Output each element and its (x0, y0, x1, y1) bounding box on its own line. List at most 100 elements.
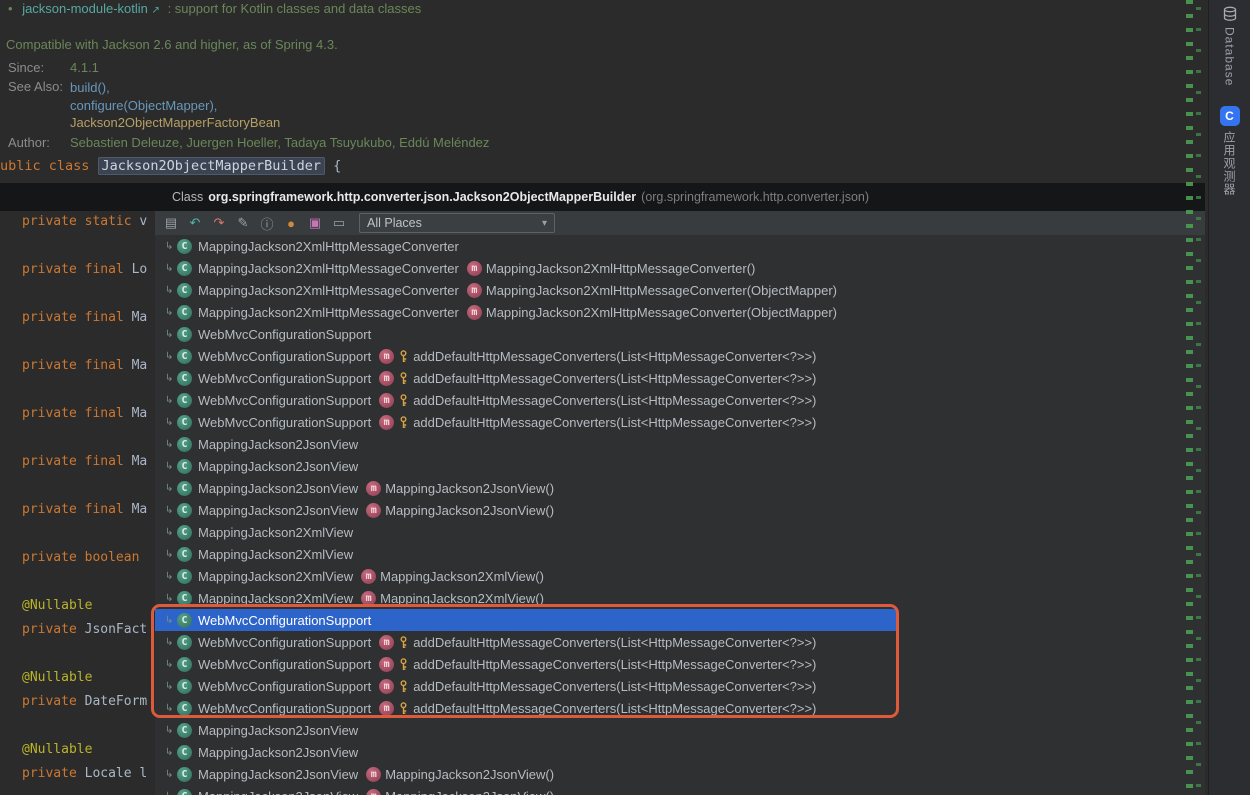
ide-window: • jackson-module-kotlin ↗ : support for … (0, 0, 1250, 795)
usage-arrow-icon: ↳ (165, 615, 177, 626)
method-signature: addDefaultHttpMessageConverters(List<Htt… (413, 371, 816, 386)
method-signature: MappingJackson2XmlHttpMessageConverter() (486, 261, 756, 276)
code-field-line: private Locale l (22, 766, 147, 781)
class-icon: C (177, 701, 192, 716)
usage-row[interactable]: ↳ C MappingJackson2XmlHttpMessageConvert… (155, 257, 1205, 279)
class-name-highlight: Jackson2ObjectMapperBuilder (98, 157, 325, 175)
doc-title-line: • jackson-module-kotlin ↗ : support for … (8, 1, 421, 16)
class-name: WebMvcConfigurationSupport (198, 393, 371, 408)
class-name: WebMvcConfigurationSupport (198, 657, 371, 672)
status-dot-icon[interactable]: ● (279, 213, 303, 233)
protected-key-icon (398, 636, 409, 649)
method-icon: m (379, 657, 394, 672)
usages-list: ↳ C MappingJackson2XmlHttpMessageConvert… (155, 235, 1205, 795)
class-icon: C (177, 481, 192, 496)
method-icon: m (361, 591, 376, 606)
class-icon: C (177, 767, 192, 782)
usage-row[interactable]: ↳ C MappingJackson2JsonView m MappingJac… (155, 499, 1205, 521)
usage-row[interactable]: ↳ C WebMvcConfigurationSupport m (155, 323, 1205, 345)
usage-arrow-icon: ↳ (165, 329, 177, 340)
protected-key-icon (398, 394, 409, 407)
class-name: MappingJackson2JsonView (198, 481, 358, 496)
info-icon[interactable]: ⓘ (255, 213, 279, 233)
usage-row[interactable]: ↳ C WebMvcConfigurationSupport m addDefa… (155, 345, 1205, 367)
usage-row[interactable]: ↳ C MappingJackson2JsonView m MappingJac… (155, 763, 1205, 785)
usage-row[interactable]: ↳ C MappingJackson2JsonView m (155, 433, 1205, 455)
usage-row[interactable]: ↳ C WebMvcConfigurationSupport m addDefa… (155, 411, 1205, 433)
usage-row[interactable]: ↳ C MappingJackson2XmlHttpMessageConvert… (155, 301, 1205, 323)
usage-row[interactable]: ↳ C MappingJackson2XmlHttpMessageConvert… (155, 279, 1205, 301)
usages-popup-toolbar: ▤↶↷✎ⓘ●▣▭ All Places ▾ (155, 211, 1205, 235)
method-signature: MappingJackson2JsonView() (385, 503, 554, 518)
observer-label: 应用观测器 (1221, 131, 1238, 196)
next-usage-icon[interactable]: ↷ (207, 213, 231, 233)
monitor-icon[interactable]: ▭ (327, 213, 351, 233)
usage-row[interactable]: ↳ C MappingJackson2XmlView m (155, 521, 1205, 543)
since-value: 4.1.1 (70, 60, 99, 75)
usage-arrow-icon: ↳ (165, 769, 177, 780)
class-name: MappingJackson2XmlHttpMessageConverter (198, 261, 459, 276)
usage-row[interactable]: ↳ C MappingJackson2JsonView m (155, 719, 1205, 741)
class-icon: C (177, 525, 192, 540)
class-icon: C (177, 437, 192, 452)
usage-row[interactable]: ↳ C MappingJackson2JsonView m MappingJac… (155, 477, 1205, 499)
method-signature: MappingJackson2XmlView() (380, 591, 544, 606)
code-field-line: @Nullable (22, 670, 92, 685)
class-icon: C (177, 569, 192, 584)
usage-row[interactable]: ↳ C MappingJackson2XmlView m MappingJack… (155, 565, 1205, 587)
class-icon: C (177, 745, 192, 760)
database-label: Database (1223, 27, 1237, 86)
group-by-type-icon[interactable]: ▤ (159, 213, 183, 233)
right-tool-stripe: Database C 应用观测器 (1208, 0, 1250, 795)
method-icon: m (467, 305, 482, 320)
protected-key-icon (398, 350, 409, 363)
usage-arrow-icon: ↳ (165, 395, 177, 406)
usage-row[interactable]: ↳ C WebMvcConfigurationSupport m addDefa… (155, 653, 1205, 675)
usage-row[interactable]: ↳ C WebMvcConfigurationSupport m addDefa… (155, 697, 1205, 719)
protected-key-icon (398, 416, 409, 429)
class-icon: C (177, 657, 192, 672)
code-field-line: private DateForm (22, 694, 147, 709)
usage-row[interactable]: ↳ C MappingJackson2XmlView m (155, 543, 1205, 565)
popup-toolbar-icons: ▤↶↷✎ⓘ●▣▭ (159, 213, 351, 233)
method-signature: MappingJackson2XmlHttpMessageConverter(O… (486, 305, 837, 320)
usage-arrow-icon: ↳ (165, 791, 177, 795)
class-icon: C (177, 327, 192, 342)
method-icon: m (379, 349, 394, 364)
class-icon: C (177, 547, 192, 562)
usage-row[interactable]: ↳ C MappingJackson2XmlHttpMessageConvert… (155, 235, 1205, 257)
class-name: WebMvcConfigurationSupport (198, 679, 371, 694)
usage-arrow-icon: ↳ (165, 417, 177, 428)
usage-row[interactable]: ↳ C MappingJackson2XmlView m MappingJack… (155, 587, 1205, 609)
database-tool-button[interactable]: Database (1222, 6, 1238, 86)
doc-compatibility: Compatible with Jackson 2.6 and higher, … (6, 37, 338, 52)
edit-scope-icon[interactable]: ✎ (231, 213, 255, 233)
usage-row[interactable]: ↳ C WebMvcConfigurationSupport m (155, 609, 1205, 631)
class-icon: C (177, 635, 192, 650)
prev-usage-icon[interactable]: ↶ (183, 213, 207, 233)
usage-row[interactable]: ↳ C MappingJackson2JsonView m (155, 455, 1205, 477)
class-icon: C (177, 261, 192, 276)
class-name: MappingJackson2XmlView (198, 547, 353, 562)
usage-row[interactable]: ↳ C MappingJackson2JsonView m (155, 741, 1205, 763)
class-icon: C (177, 459, 192, 474)
observer-tool-button[interactable]: C 应用观测器 (1220, 86, 1240, 196)
usage-row[interactable]: ↳ C WebMvcConfigurationSupport m addDefa… (155, 367, 1205, 389)
class-name: WebMvcConfigurationSupport (198, 613, 371, 628)
see-also-link[interactable]: configure(ObjectMapper), (70, 97, 280, 115)
method-icon: m (379, 393, 394, 408)
usage-arrow-icon: ↳ (165, 241, 177, 252)
usage-row[interactable]: ↳ C WebMvcConfigurationSupport m addDefa… (155, 631, 1205, 653)
preview-icon[interactable]: ▣ (303, 213, 327, 233)
usage-row[interactable]: ↳ C WebMvcConfigurationSupport m addDefa… (155, 389, 1205, 411)
class-icon: C (177, 393, 192, 408)
class-name: MappingJackson2XmlHttpMessageConverter (198, 283, 459, 298)
see-also-link[interactable]: Jackson2ObjectMapperFactoryBean (70, 114, 280, 132)
code-field-line: private final Ma (22, 310, 147, 325)
scope-select[interactable]: All Places ▾ (359, 213, 555, 233)
usage-arrow-icon: ↳ (165, 505, 177, 516)
usage-row[interactable]: ↳ C MappingJackson2JsonView m MappingJac… (155, 785, 1205, 795)
usage-row[interactable]: ↳ C WebMvcConfigurationSupport m addDefa… (155, 675, 1205, 697)
see-also-link[interactable]: build(), (70, 79, 280, 97)
module-link[interactable]: jackson-module-kotlin (22, 1, 148, 16)
